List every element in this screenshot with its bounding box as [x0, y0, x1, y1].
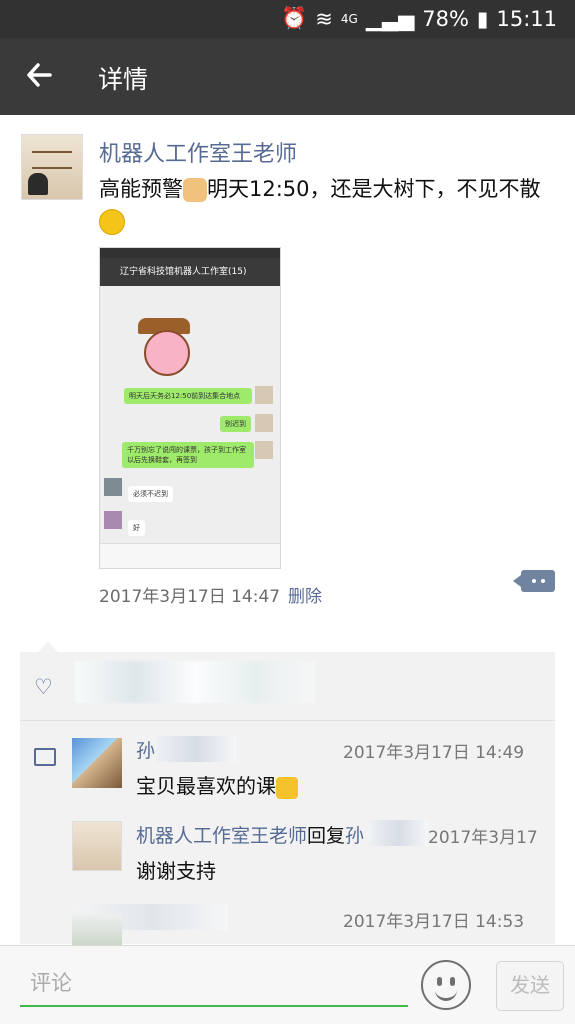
battery-percent: 78%	[422, 6, 469, 31]
likes-row: ♡	[20, 652, 555, 721]
image-message-1: 明天后天务必12:50前到达集合地点	[124, 388, 252, 404]
battery-icon: ▮	[476, 6, 489, 31]
comment-text: 宝贝最喜欢的课	[136, 770, 298, 799]
comments-panel: ♡ 孙 2017年3月17日 14:49 宝贝最喜欢的课 机器人工作室王老师回复…	[20, 642, 555, 964]
comment-text: 当有镜头时间，地点，不用镜头暗号吗？	[136, 939, 546, 944]
author-avatar[interactable]	[21, 134, 83, 200]
image-message-4: 必须不迟到	[128, 486, 173, 502]
post-text-part-1: 高能预警	[99, 177, 183, 201]
network-label: 4G	[340, 11, 358, 26]
emoji-button[interactable]	[421, 960, 471, 1010]
status-indicators: ⏰ ≋ 4G ▁▃▅ 78% ▮ 15:11	[281, 6, 557, 31]
comment-author[interactable]: 孙	[136, 736, 155, 763]
smirk-face-emoji-icon	[99, 209, 125, 235]
thumbs-up-emoji-icon	[276, 776, 298, 799]
flexed-arm-emoji-icon	[183, 178, 207, 202]
comment-time: 2017年3月17日 14:49	[343, 743, 525, 763]
author-name[interactable]: 机器人工作室王老师	[99, 136, 297, 168]
signal-icon: ▁▃▅	[365, 6, 415, 31]
comment-time: 2017年3月17	[428, 828, 538, 848]
comment-avatar[interactable]	[72, 738, 122, 788]
title-bar: 详情	[0, 38, 575, 115]
more-actions-button[interactable]	[513, 570, 555, 592]
clock: 15:11	[496, 6, 557, 31]
back-arrow-icon[interactable]	[24, 60, 54, 90]
post-text-part-2: 明天12:50，还是大树下，不见不散	[207, 177, 541, 201]
comment-icon	[34, 748, 56, 766]
send-button[interactable]: 发送	[496, 961, 564, 1011]
pig-sticker-icon	[144, 330, 190, 376]
comment-avatar[interactable]	[72, 821, 122, 871]
status-bar: ⏰ ≋ 4G ▁▃▅ 78% ▮ 15:11	[0, 0, 575, 38]
post-time: 2017年3月17日 14:47	[99, 587, 281, 607]
post-text: 高能预警 明天12:50，还是大树下，不见不散	[99, 173, 554, 237]
image-chat-title: 辽宁省科技馆机器人工作室(15)	[100, 258, 280, 286]
image-message-2: 别迟到	[220, 416, 251, 432]
delete-link[interactable]: 删除	[288, 582, 322, 607]
image-message-3: 千万别忘了说闯的课票，孩子到工作室以后先换鞋套，再签到	[122, 442, 254, 468]
blurred-name	[156, 736, 236, 762]
comment-text: 谢谢支持	[136, 859, 216, 883]
liked-users[interactable]	[75, 661, 315, 703]
comment-bar: 评论 发送	[0, 945, 575, 1024]
comment-author[interactable]: 机器人工作室王老师回复孙	[136, 821, 364, 848]
post-image[interactable]: 辽宁省科技馆机器人工作室(15) 明天后天务必12:50前到达集合地点 别迟到 …	[99, 247, 281, 569]
page-title: 详情	[98, 65, 149, 94]
blurred-name	[370, 820, 428, 846]
alarm-icon: ⏰	[281, 6, 308, 30]
heart-icon: ♡	[34, 675, 53, 699]
wifi-icon: ≋	[315, 6, 333, 31]
image-message-5: 好	[128, 520, 145, 536]
comment-time: 2017年3月17日 14:53	[343, 912, 525, 932]
comment-input[interactable]: 评论	[20, 963, 408, 1007]
